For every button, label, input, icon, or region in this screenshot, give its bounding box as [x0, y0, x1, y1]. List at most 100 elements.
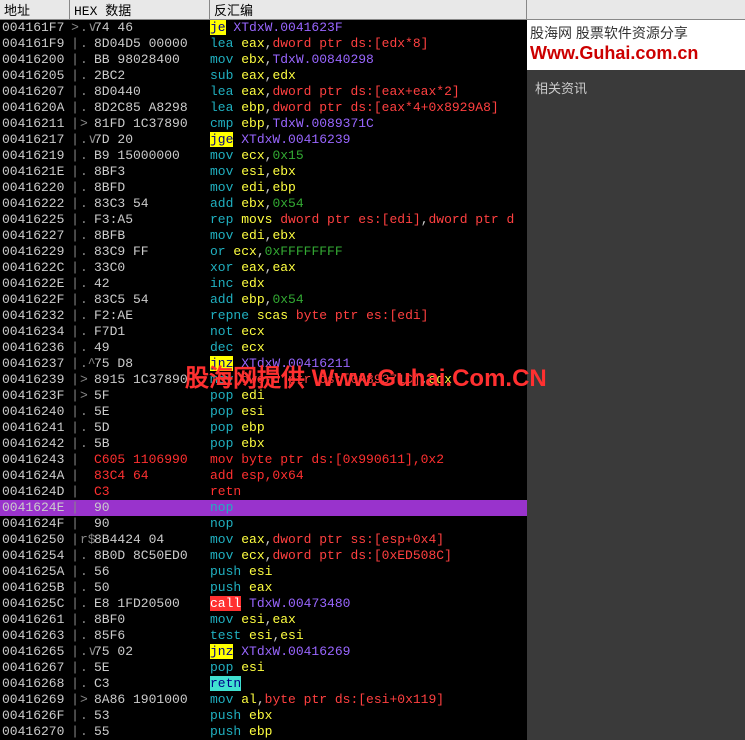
disasm: lea eax,dword ptr ds:[eax+eax*2] [210, 84, 527, 100]
asm-row-00416219[interactable]: 00416219|.B9 15000000mov ecx,0x15 [0, 148, 527, 164]
hex: 83C9 FF [94, 244, 210, 260]
asm-row-004161F9[interactable]: 004161F9|.8D04D5 00000lea eax,dword ptr … [0, 36, 527, 52]
asm-row-00416268[interactable]: 00416268|.C3retn [0, 676, 527, 692]
asm-row-0041625B[interactable]: 0041625B|.50push eax [0, 580, 527, 596]
hex: 81FD 1C37890 [94, 116, 210, 132]
dot: . [80, 660, 94, 676]
asm-row-00416269[interactable]: 00416269|>8A86 1901000mov al,byte ptr ds… [0, 692, 527, 708]
pipe: > [70, 20, 80, 36]
asm-row-0041623F[interactable]: 0041623F|>5Fpop edi [0, 388, 527, 404]
disasm: or ecx,0xFFFFFFFF [210, 244, 527, 260]
hex: 90 [94, 500, 210, 516]
pipe: | [70, 676, 80, 692]
asm-row-00416220[interactable]: 00416220|.8BFDmov edi,ebp [0, 180, 527, 196]
dot: . [80, 548, 94, 564]
asm-row-0041625A[interactable]: 0041625A|.56push esi [0, 564, 527, 580]
pipe: | [70, 532, 80, 548]
dot: .∨ [80, 644, 94, 660]
addr: 00416243 [0, 452, 70, 468]
dot [80, 452, 94, 468]
asm-row-00416217[interactable]: 00416217|.∨7D 20jge XTdxW.00416239 [0, 132, 527, 148]
asm-row-00416234[interactable]: 00416234|.F7D1not ecx [0, 324, 527, 340]
dot: . [80, 580, 94, 596]
asm-row-004161F7[interactable]: 004161F7>.∨74 46je XTdxW.0041623F [0, 20, 527, 36]
asm-row-00416232[interactable]: 00416232|.F2:AErepne scas byte ptr es:[e… [0, 308, 527, 324]
disasm: dec ecx [210, 340, 527, 356]
pipe: | [70, 276, 80, 292]
hex: 50 [94, 580, 210, 596]
asm-row-00416211[interactable]: 00416211|>81FD 1C37890cmp ebp,TdxW.00893… [0, 116, 527, 132]
dot: . [80, 164, 94, 180]
addr: 00416211 [0, 116, 70, 132]
asm-row-00416267[interactable]: 00416267|.5Epop esi [0, 660, 527, 676]
pipe: | [70, 100, 80, 116]
asm-row-00416229[interactable]: 00416229|.83C9 FFor ecx,0xFFFFFFFF [0, 244, 527, 260]
dot: . [80, 708, 94, 724]
dot: . [80, 276, 94, 292]
asm-row-0041624D[interactable]: 0041624D|C3retn [0, 484, 527, 500]
pipe: | [70, 84, 80, 100]
disasm: mov ecx,0x15 [210, 148, 527, 164]
dot: . [80, 308, 94, 324]
hex: C605 1106990 [94, 452, 210, 468]
asm-row-0041625C[interactable]: 0041625C|.E8 1FD20500call TdxW.00473480 [0, 596, 527, 612]
pipe: | [70, 548, 80, 564]
dot: . [80, 180, 94, 196]
hex: 2BC2 [94, 68, 210, 84]
pipe: | [70, 308, 80, 324]
addr: 00416265 [0, 644, 70, 660]
asm-row-00416254[interactable]: 00416254|.8B0D 8C50ED0mov ecx,dword ptr … [0, 548, 527, 564]
asm-row-0041622C[interactable]: 0041622C|.33C0xor eax,eax [0, 260, 527, 276]
asm-row-00416242[interactable]: 00416242|.5Bpop ebx [0, 436, 527, 452]
dot: . [80, 84, 94, 100]
asm-row-00416236[interactable]: 00416236|.49dec ecx [0, 340, 527, 356]
addr: 0041626F [0, 708, 70, 724]
pipe: | [70, 628, 80, 644]
asm-row-0041626F[interactable]: 0041626F|.53push ebx [0, 708, 527, 724]
asm-row-00416263[interactable]: 00416263|.85F6test esi,esi [0, 628, 527, 644]
addr: 004161F7 [0, 20, 70, 36]
asm-row-0041624F[interactable]: 0041624F|90nop [0, 516, 527, 532]
disasm: pop esi [210, 404, 527, 420]
asm-row-00416239[interactable]: 00416239|>8915 1C37890mov dword ptr ds:[… [0, 372, 527, 388]
asm-row-00416243[interactable]: 00416243|C605 1106990mov byte ptr ds:[0x… [0, 452, 527, 468]
hex: 7D 20 [94, 132, 210, 148]
disasm: mov edi,ebp [210, 180, 527, 196]
asm-row-00416241[interactable]: 00416241|.5Dpop ebp [0, 420, 527, 436]
asm-row-00416205[interactable]: 00416205|.2BC2sub eax,edx [0, 68, 527, 84]
disasm: push esi [210, 564, 527, 580]
asm-row-00416225[interactable]: 00416225|.F3:A5rep movs dword ptr es:[ed… [0, 212, 527, 228]
disassembly-listing[interactable]: 004161F7>.∨74 46je XTdxW.0041623F004161F… [0, 20, 527, 740]
hex: 33C0 [94, 260, 210, 276]
disasm: add ebx,0x54 [210, 196, 527, 212]
asm-row-00416250[interactable]: 00416250|r$8B4424 04mov eax,dword ptr ss… [0, 532, 527, 548]
hex: 56 [94, 564, 210, 580]
disasm: pop ebx [210, 436, 527, 452]
dot: . [80, 196, 94, 212]
hex: 8BF3 [94, 164, 210, 180]
asm-row-0041622F[interactable]: 0041622F|.83C5 54add ebp,0x54 [0, 292, 527, 308]
dot: . [80, 228, 94, 244]
disasm: add ebp,0x54 [210, 292, 527, 308]
addr: 00416207 [0, 84, 70, 100]
asm-row-0041620A[interactable]: 0041620A|.8D2C85 A8298lea ebp,dword ptr … [0, 100, 527, 116]
asm-row-0041624A[interactable]: 0041624A|83C4 64add esp,0x64 [0, 468, 527, 484]
asm-row-00416207[interactable]: 00416207|.8D0440lea eax,dword ptr ds:[ea… [0, 84, 527, 100]
disasm: not ecx [210, 324, 527, 340]
disasm: sub eax,edx [210, 68, 527, 84]
addr: 00416236 [0, 340, 70, 356]
asm-row-00416240[interactable]: 00416240|.5Epop esi [0, 404, 527, 420]
column-headers: 地址 HEX 数据 反汇编 [0, 0, 745, 20]
asm-row-0041621E[interactable]: 0041621E|.8BF3mov esi,ebx [0, 164, 527, 180]
asm-row-00416200[interactable]: 00416200|.BB 98028400mov ebx,TdxW.008402… [0, 52, 527, 68]
dot: . [80, 596, 94, 612]
dot: . [80, 148, 94, 164]
asm-row-00416227[interactable]: 00416227|.8BFBmov edi,ebx [0, 228, 527, 244]
asm-row-0041624E[interactable]: 0041624E|90nop [0, 500, 527, 516]
asm-row-00416237[interactable]: 00416237|.^75 D8jnz XTdxW.00416211 [0, 356, 527, 372]
asm-row-00416222[interactable]: 00416222|.83C3 54add ebx,0x54 [0, 196, 527, 212]
asm-row-00416265[interactable]: 00416265|.∨75 02jnz XTdxW.00416269 [0, 644, 527, 660]
asm-row-0041622E[interactable]: 0041622E|.42inc edx [0, 276, 527, 292]
addr: 0041622C [0, 260, 70, 276]
asm-row-00416261[interactable]: 00416261|.8BF0mov esi,eax [0, 612, 527, 628]
